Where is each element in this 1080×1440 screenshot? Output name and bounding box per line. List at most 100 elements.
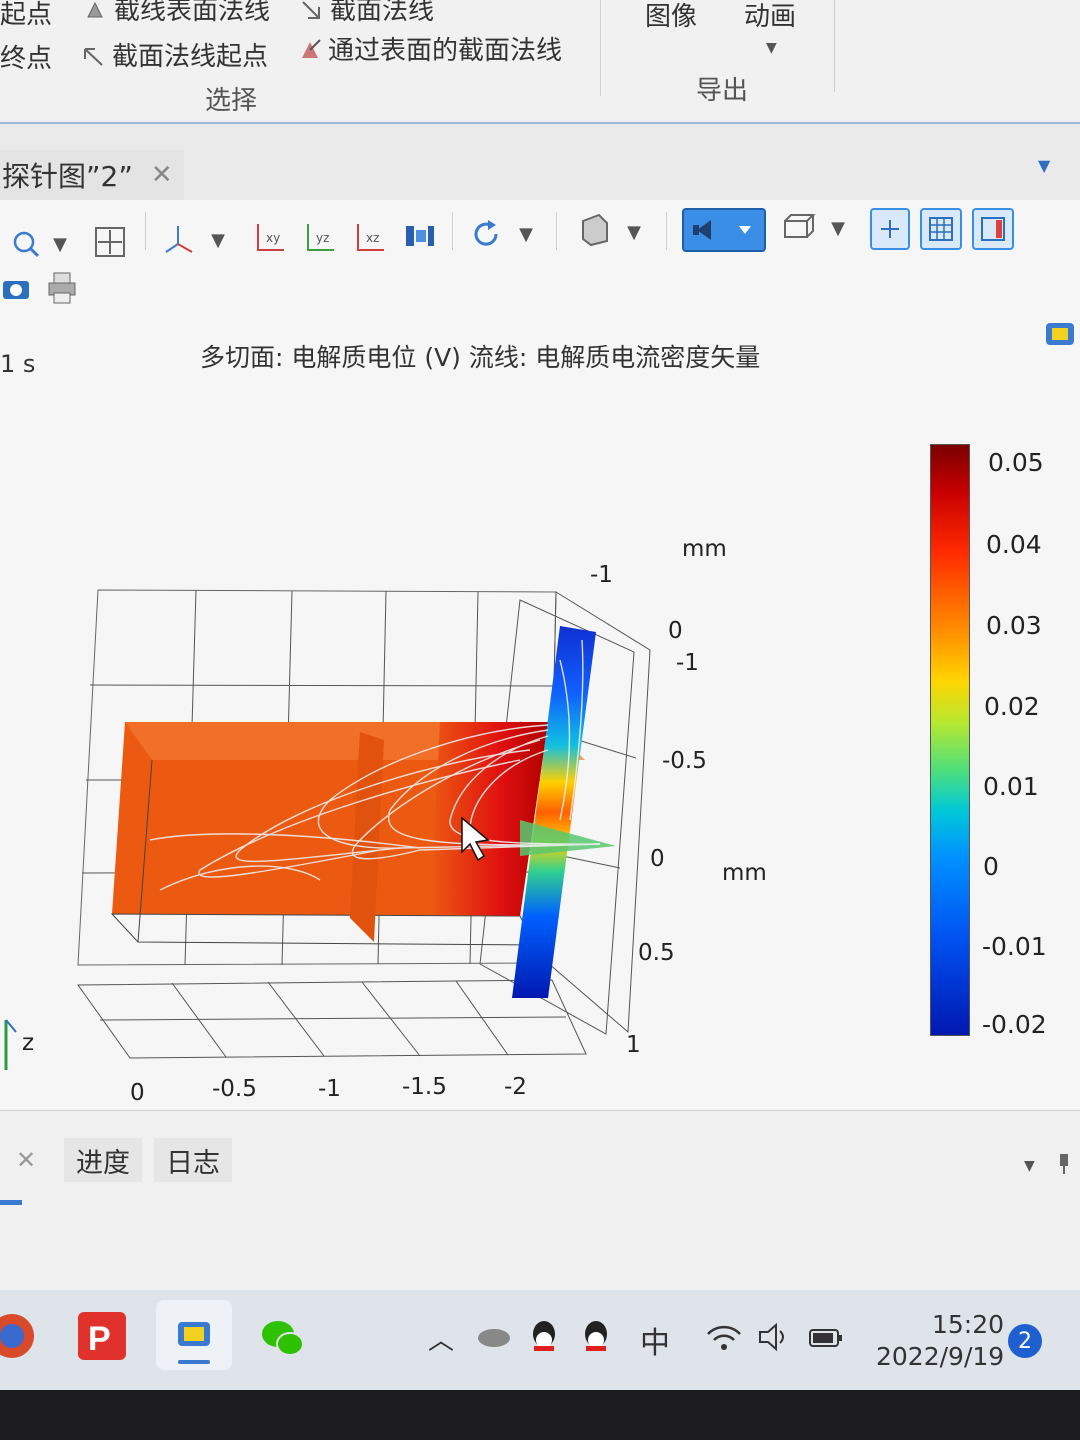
svg-text:P: P (88, 1320, 111, 1358)
ribbon-item-section-normal-start[interactable]: 截面法线起点 (82, 36, 268, 73)
button-label: 图像 (645, 2, 698, 32)
tab-log[interactable]: 日志 (154, 1138, 232, 1182)
rotate-icon[interactable] (466, 216, 506, 252)
axis-tick-label: -1 (676, 650, 699, 676)
tab-probe-plot[interactable]: 探针图”2” ✕ (0, 150, 184, 200)
chevron-down-icon[interactable]: ▼ (514, 216, 538, 252)
close-icon[interactable]: ✕ (16, 1146, 36, 1174)
qq-icon[interactable] (580, 1318, 612, 1354)
ribbon-item-label: 终点 (0, 44, 53, 74)
wifi-icon[interactable] (706, 1322, 742, 1352)
axis-unit-label: mm (722, 860, 767, 886)
axis-triad-icon (4, 1019, 17, 1070)
ribbon: 起点 截线表面法线 截面法线 终点 截面法线起点 通过表面的截面法线 选择 图像… (0, 0, 1080, 124)
comsol-app-icon (1044, 320, 1076, 348)
notification-badge[interactable]: 2 (1008, 1324, 1042, 1358)
export-animation-button[interactable]: 动画 (744, 0, 796, 33)
monitor-bezel (0, 1390, 1080, 1440)
browser-app-icon[interactable] (0, 1308, 36, 1372)
transparency-icon[interactable] (572, 212, 616, 248)
section-normal-icon (300, 0, 322, 20)
axis-tick-label: 0 (650, 846, 665, 872)
ribbon-item-label: 截面法线起点 (112, 42, 269, 72)
ribbon-item-label: 通过表面的截面法线 (328, 36, 563, 66)
axis-tick-label: 1 (626, 1032, 641, 1058)
axis-tick-label: 0.5 (638, 940, 675, 966)
time-label: 1 s (0, 350, 36, 378)
zoom-icon[interactable] (4, 226, 44, 262)
toolbar-separator (452, 212, 453, 250)
pdf-app-icon[interactable]: P (76, 1310, 128, 1362)
chevron-down-icon[interactable]: ▼ (48, 226, 72, 262)
legend-tick-label: -0.01 (982, 932, 1047, 961)
toolbar-separator (145, 212, 146, 250)
volume-icon[interactable] (756, 1322, 792, 1352)
svg-text:yz: yz (316, 231, 329, 245)
zoom-extents-icon[interactable] (90, 224, 130, 260)
surface-normal-icon (84, 0, 106, 20)
section-start-icon (82, 44, 104, 66)
cloud-icon[interactable] (476, 1322, 512, 1348)
axis-tick-label: 0 (130, 1080, 145, 1106)
group-label-select: 选择 (205, 86, 258, 116)
axis-tick-label: -2 (504, 1074, 527, 1100)
axis-tick-label: -1 (590, 562, 613, 588)
plot-canvas[interactable] (0, 420, 920, 1110)
ribbon-item-line-surface-normal[interactable]: 截线表面法线 (84, 0, 270, 27)
clock-time[interactable]: 15:20 (932, 1310, 1004, 1339)
ribbon-item-label: 起点 (0, 0, 53, 30)
input-method-indicator[interactable]: 中 (640, 1318, 670, 1362)
button-label: 动画 (744, 2, 797, 32)
toolbar-separator (556, 212, 557, 250)
qq-icon[interactable] (528, 1318, 560, 1354)
scene-light-button[interactable] (682, 208, 766, 252)
chevron-up-icon[interactable]: ︿ (428, 1320, 454, 1357)
battery-icon[interactable] (806, 1322, 846, 1352)
toolbar-separator (666, 212, 667, 250)
axis-tick-label: -1 (318, 1076, 341, 1102)
svg-text:xy: xy (266, 231, 280, 245)
legend-tick-label: 0.01 (983, 772, 1039, 801)
comsol-taskbar-button[interactable] (156, 1300, 232, 1370)
view-xz-icon[interactable]: xz (350, 220, 390, 256)
ribbon-item-start-point[interactable]: 起点 (0, 0, 52, 31)
show-axes-icon[interactable] (870, 208, 910, 250)
show-grid-icon[interactable] (920, 208, 962, 250)
camera-snapshot-icon[interactable] (0, 270, 32, 306)
ribbon-item-section-normal-through-surface[interactable]: 通过表面的截面法线 (298, 30, 562, 67)
view-xy-icon[interactable]: xy (250, 220, 290, 256)
ribbon-item-label: 截面法线 (330, 0, 435, 26)
axis-tick-label: -1.5 (402, 1074, 447, 1100)
axis-orientation-icon[interactable] (158, 222, 198, 258)
pin-icon[interactable] (1058, 1152, 1070, 1176)
chevron-down-icon[interactable]: ▼ (206, 222, 230, 258)
legend-tick-label: 0.03 (986, 611, 1042, 640)
chevron-down-icon[interactable]: ▼ (826, 210, 850, 246)
print-icon[interactable] (44, 270, 80, 306)
export-image-button[interactable]: 图像 (645, 0, 697, 33)
show-legend-icon[interactable] (972, 208, 1014, 250)
camera-view-icon[interactable] (400, 218, 440, 254)
chevron-down-icon[interactable]: ▼ (766, 40, 777, 56)
wireframe-icon[interactable] (776, 210, 820, 246)
legend-tick-label: 0 (983, 852, 999, 881)
ribbon-item-section-normal[interactable]: 截面法线 (300, 0, 434, 27)
axis-letter: z (22, 1030, 35, 1056)
tab-label: 日志 (166, 1147, 220, 1179)
group-label-export: 导出 (696, 76, 749, 106)
view-yz-icon[interactable]: yz (300, 220, 340, 256)
progress-indicator (0, 1200, 22, 1205)
chevron-down-icon[interactable]: ▼ (622, 214, 646, 250)
clock-date[interactable]: 2022/9/19 (876, 1342, 1004, 1371)
tab-label: 进度 (76, 1147, 130, 1179)
legend-tick-label: 0.05 (988, 448, 1044, 477)
chevron-down-icon[interactable]: ▼ (1038, 156, 1050, 175)
wechat-app-icon[interactable] (256, 1312, 308, 1364)
ribbon-item-end-point[interactable]: 终点 (0, 38, 52, 75)
axis-tick-label: -0.5 (212, 1076, 257, 1102)
legend-tick-label: 0.02 (984, 692, 1040, 721)
chevron-down-icon[interactable]: ▼ (1024, 1158, 1035, 1174)
tab-progress[interactable]: 进度 (64, 1138, 142, 1182)
close-icon[interactable]: ✕ (151, 160, 173, 190)
axis-tick-label: 0 (668, 618, 683, 644)
